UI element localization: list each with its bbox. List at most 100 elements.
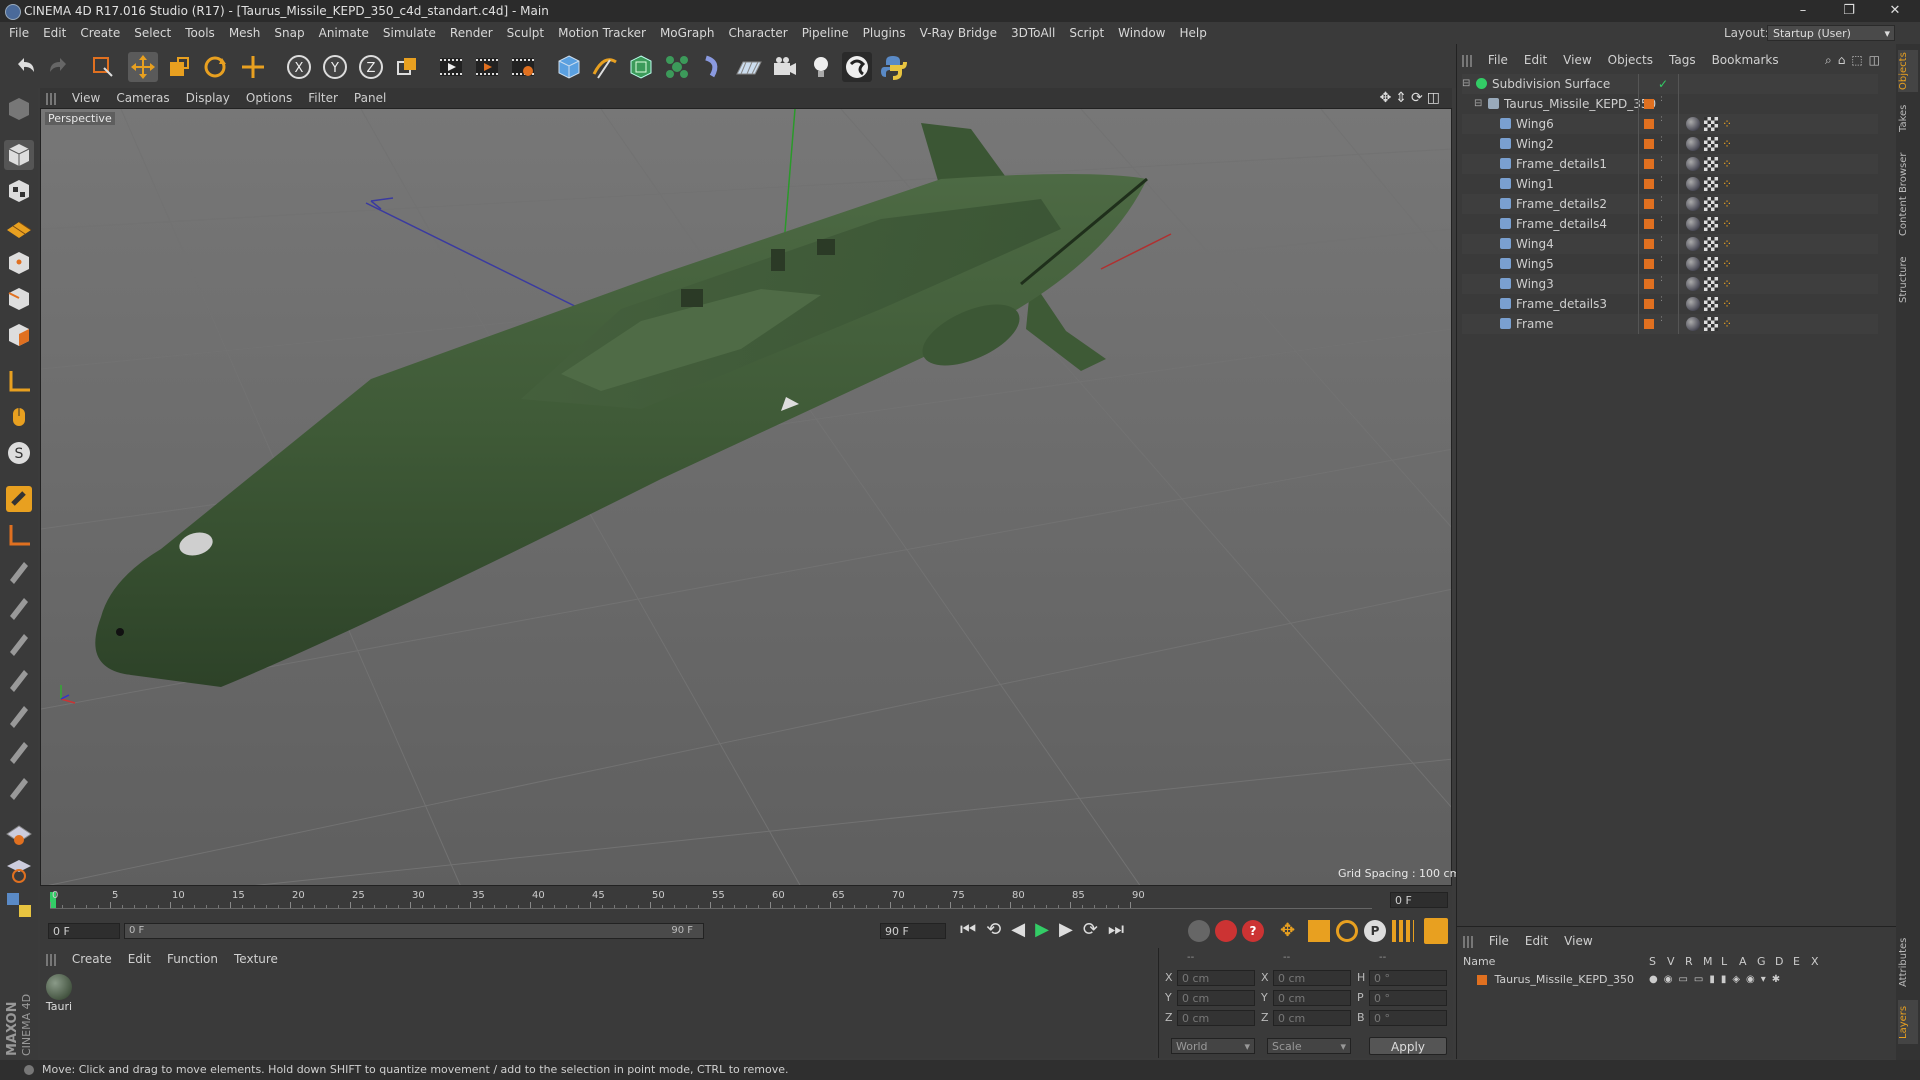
transform-tool-icon[interactable] — [238, 52, 268, 82]
material-tag-icon[interactable] — [1686, 177, 1700, 191]
menu-animate[interactable]: Animate — [312, 22, 376, 44]
tab-takes[interactable]: Takes — [1898, 100, 1918, 136]
python-script-icon[interactable] — [878, 52, 908, 82]
render-view-icon[interactable] — [436, 52, 466, 82]
grid-snap-icon[interactable] — [4, 818, 34, 848]
camera-icon[interactable] — [770, 52, 800, 82]
collapse-toggle-icon[interactable]: ⊟ — [1474, 94, 1482, 114]
layer-column-header[interactable]: V — [1667, 955, 1675, 968]
menu-mesh[interactable]: Mesh — [222, 22, 268, 44]
layer-menu-file[interactable]: File — [1481, 931, 1517, 951]
object-menu-edit[interactable]: Edit — [1516, 50, 1555, 70]
vertex-map-tag-icon[interactable]: ⁘ — [1722, 254, 1732, 274]
coordinate-system-icon[interactable] — [392, 52, 422, 82]
model-mode-icon[interactable] — [4, 140, 34, 170]
z-axis-lock-icon[interactable]: Z — [356, 52, 386, 82]
material-tag-icon[interactable] — [1686, 117, 1700, 131]
viewport-menu-display[interactable]: Display — [178, 88, 238, 108]
viewport-menu-options[interactable]: Options — [238, 88, 300, 108]
cube-primitive-icon[interactable] — [554, 52, 584, 82]
texture-mode-icon[interactable] — [4, 176, 34, 206]
texture-tag-icon[interactable] — [1704, 277, 1718, 291]
3d-viewport[interactable] — [40, 108, 1452, 886]
visibility-dots-icon[interactable]: : — [1660, 234, 1663, 244]
object-menu-bookmarks[interactable]: Bookmarks — [1704, 50, 1787, 70]
visibility-dots-icon[interactable]: : — [1660, 134, 1663, 144]
tab-layers[interactable]: Layers — [1898, 1000, 1918, 1044]
object-row[interactable]: Wing5: ⁘ — [1462, 254, 1878, 274]
material-tag-icon[interactable] — [1686, 257, 1700, 271]
coordinate-axis-icon[interactable] — [4, 520, 34, 550]
object-row[interactable]: Frame: ⁘ — [1462, 314, 1878, 334]
object-row[interactable]: Frame_details3: ⁘ — [1462, 294, 1878, 314]
coord-value-field[interactable]: 0 cm — [1273, 1010, 1351, 1026]
python-icon[interactable] — [4, 890, 34, 920]
layer-color-swatch[interactable] — [1477, 975, 1487, 985]
world-dropdown[interactable]: World ▾ — [1171, 1038, 1255, 1054]
axis-mode-icon[interactable] — [4, 366, 34, 396]
menu-sculpt[interactable]: Sculpt — [500, 22, 551, 44]
layer-color-swatch[interactable] — [1644, 179, 1654, 189]
layout-dropdown[interactable]: Startup (User) ▾ — [1767, 25, 1895, 41]
tab-attributes[interactable]: Attributes — [1898, 932, 1918, 992]
visibility-dots-icon[interactable]: : — [1660, 194, 1663, 204]
viewport-menu-cameras[interactable]: Cameras — [108, 88, 177, 108]
tweak-mode-icon[interactable] — [4, 402, 34, 432]
layer-column-header[interactable]: X — [1811, 955, 1819, 968]
coord-value-field[interactable]: 0 cm — [1177, 1010, 1255, 1026]
vertex-map-tag-icon[interactable]: ⁘ — [1722, 114, 1732, 134]
menu-edit[interactable]: Edit — [36, 22, 73, 44]
visibility-dots-icon[interactable]: : — [1660, 274, 1663, 284]
visibility-dots-icon[interactable]: : — [1660, 214, 1663, 224]
workplane-mode-icon[interactable] — [4, 212, 34, 242]
texture-tag-icon[interactable] — [1704, 177, 1718, 191]
layer-color-swatch[interactable] — [1644, 219, 1654, 229]
move-tool-icon[interactable] — [128, 52, 158, 82]
x-axis-lock-icon[interactable]: X — [284, 52, 314, 82]
go-to-end-icon[interactable]: ⏭ — [1108, 919, 1134, 940]
vertex-map-tag-icon[interactable]: ⁘ — [1722, 294, 1732, 314]
points-mode-icon[interactable] — [4, 248, 34, 278]
sculpt-pull-icon[interactable] — [4, 556, 34, 586]
object-row[interactable]: Wing6: ⁘ — [1462, 114, 1878, 134]
object-manager-tools[interactable]: ⌕⌂⬚◫ — [1825, 50, 1886, 70]
menu-plugins[interactable]: Plugins — [856, 22, 913, 44]
next-key-icon[interactable]: ⟳ — [1083, 919, 1108, 940]
material-tag-icon[interactable] — [1686, 297, 1700, 311]
menu-create[interactable]: Create — [73, 22, 127, 44]
apply-button[interactable]: Apply — [1369, 1037, 1447, 1055]
layer-column-header[interactable]: Name — [1463, 955, 1495, 968]
timeline-layout-icon[interactable] — [1424, 918, 1448, 944]
menu-render[interactable]: Render — [443, 22, 500, 44]
step-forward-icon[interactable]: ▶ — [1059, 919, 1083, 940]
object-row[interactable]: ⊟ Taurus_Missile_KEPD_350: — [1462, 94, 1878, 114]
play-icon[interactable]: ▶ — [1035, 919, 1059, 940]
visibility-dots-icon[interactable]: : — [1660, 174, 1663, 184]
key-parameter-icon[interactable]: P — [1364, 920, 1386, 942]
rotate-tool-icon[interactable] — [200, 52, 230, 82]
vertex-map-tag-icon[interactable]: ⁘ — [1722, 134, 1732, 154]
layer-color-swatch[interactable] — [1644, 239, 1654, 249]
layer-column-header[interactable]: S — [1649, 955, 1656, 968]
material-tag-icon[interactable] — [1686, 277, 1700, 291]
material-tag-icon[interactable] — [1686, 197, 1700, 211]
layer-menu-edit[interactable]: Edit — [1517, 931, 1556, 951]
object-row[interactable]: Frame_details2: ⁘ — [1462, 194, 1878, 214]
material-tag-icon[interactable] — [1686, 317, 1700, 331]
key-pla-icon[interactable] — [1392, 920, 1414, 942]
texture-tag-icon[interactable] — [1704, 197, 1718, 211]
viewport-menu-filter[interactable]: Filter — [300, 88, 346, 108]
vertex-map-tag-icon[interactable]: ⁘ — [1722, 314, 1732, 334]
texture-tag-icon[interactable] — [1704, 317, 1718, 331]
layer-column-header[interactable]: G — [1757, 955, 1766, 968]
object-menu-tags[interactable]: Tags — [1661, 50, 1704, 70]
coord-value-field[interactable]: 0 ° — [1369, 970, 1447, 986]
object-row[interactable]: Wing4: ⁘ — [1462, 234, 1878, 254]
coord-value-field[interactable]: 0 cm — [1177, 990, 1255, 1006]
end-frame-field[interactable]: 90 F — [880, 923, 946, 939]
layer-color-swatch[interactable] — [1644, 259, 1654, 269]
scale-tool-icon[interactable] — [164, 52, 194, 82]
menu-snap[interactable]: Snap — [267, 22, 311, 44]
y-axis-lock-icon[interactable]: Y — [320, 52, 350, 82]
coord-value-field[interactable]: 0 ° — [1369, 1010, 1447, 1026]
